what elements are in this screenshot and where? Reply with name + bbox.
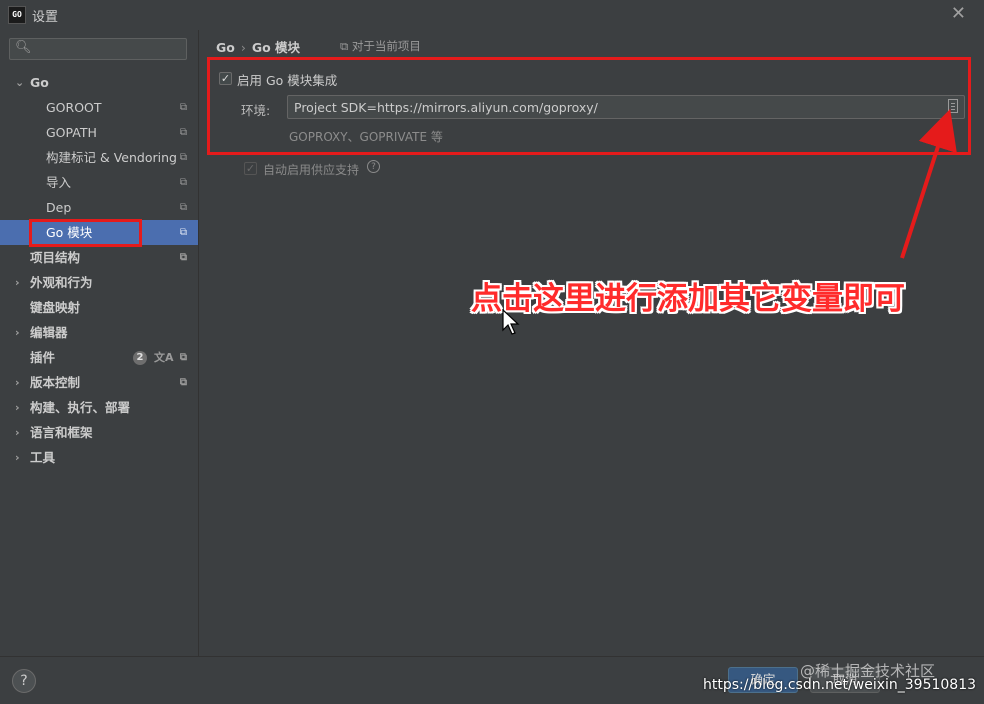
sidebar-item-label: Go: [30, 75, 49, 90]
project-scope-icon: ⧉: [179, 252, 187, 263]
help-icon[interactable]: ?: [367, 160, 380, 173]
watermark-csdn: https://blog.csdn.net/weixin_39510813: [703, 677, 977, 693]
sidebar-item-label: Dep: [46, 200, 72, 215]
plugin-updates-badge: 2: [133, 351, 147, 365]
sidebar-item-languages-frameworks[interactable]: › 语言和框架: [0, 420, 198, 445]
sidebar-item-build-tags-vendoring[interactable]: 构建标记 & Vendoring ⧉: [0, 145, 198, 170]
sidebar-item-keymap[interactable]: 键盘映射: [0, 295, 198, 320]
sidebar-item-label: 工具: [30, 450, 56, 465]
project-scope-icon: ⧉: [179, 377, 187, 388]
breadcrumb-separator: ›: [240, 40, 246, 55]
vendoring-support-checkbox[interactable]: ✓: [244, 162, 257, 175]
scope-note-text: 对于当前项目: [351, 39, 421, 53]
settings-search-input[interactable]: 🔍︎: [9, 38, 187, 60]
sidebar-item-build-execution-deployment[interactable]: › 构建、执行、部署: [0, 395, 198, 420]
vendoring-support-label: 自动启用供应支持: [263, 163, 360, 177]
project-scope-icon: ⧉: [179, 177, 187, 188]
sidebar-item-imports[interactable]: 导入 ⧉: [0, 170, 198, 195]
sidebar-item-goroot[interactable]: GOROOT ⧉: [0, 95, 198, 120]
sidebar-item-project-structure[interactable]: 项目结构 ⧉: [0, 245, 198, 270]
chevron-right-icon[interactable]: ›: [15, 270, 20, 295]
breadcrumb: Go › Go 模块: [216, 37, 300, 56]
sidebar-item-appearance-behavior[interactable]: › 外观和行为: [0, 270, 198, 295]
project-scope-icon: ⧉: [179, 152, 187, 163]
annotation-highlight-box: [207, 57, 971, 155]
sidebar-item-label: GOPATH: [46, 125, 97, 140]
project-scope-icon: ⧉: [179, 102, 187, 113]
annotation-text: 点击这里进行添加其它变量即可: [471, 281, 905, 317]
chevron-down-icon[interactable]: ⌄: [15, 70, 24, 95]
project-scope-icon: ⧉: [179, 227, 187, 238]
help-button[interactable]: ?: [12, 669, 36, 693]
project-scope-icon: ⧉: [179, 202, 187, 213]
sidebar-item-dep[interactable]: Dep ⧉: [0, 195, 198, 220]
sidebar-item-label: 项目结构: [30, 250, 81, 265]
goland-app-icon: GO: [8, 6, 26, 24]
sidebar-item-gopath[interactable]: GOPATH ⧉: [0, 120, 198, 145]
project-scope-icon: ⧉: [179, 352, 187, 363]
sidebar-item-label: 外观和行为: [30, 275, 93, 290]
title-bar: GO 设置 ✕: [0, 0, 984, 30]
chevron-right-icon[interactable]: ›: [15, 320, 20, 345]
search-icon: 🔍︎: [15, 40, 32, 55]
sidebar-item-label: 构建标记 & Vendoring: [46, 150, 177, 165]
scope-note: ⧉ 对于当前项目: [340, 38, 421, 54]
sidebar-item-version-control[interactable]: › 版本控制 ⧉: [0, 370, 198, 395]
annotation-highlight-sidebar: [29, 219, 142, 247]
sidebar-item-label: 版本控制: [30, 375, 81, 390]
breadcrumb-parent[interactable]: Go: [216, 40, 235, 55]
breadcrumb-current: Go 模块: [251, 40, 301, 55]
sidebar-item-editor[interactable]: › 编辑器: [0, 320, 198, 345]
project-scope-icon: ⧉: [179, 127, 187, 138]
window-title: 设置: [32, 10, 59, 25]
sidebar-item-label: 语言和框架: [30, 425, 93, 440]
chevron-right-icon[interactable]: ›: [15, 445, 20, 470]
settings-sidebar: 🔍︎ ⌄ Go GOROOT ⧉ GOPATH ⧉ 构建标记 & Vendori…: [0, 30, 198, 656]
sidebar-item-label: 导入: [46, 175, 72, 190]
chevron-right-icon[interactable]: ›: [15, 370, 20, 395]
chevron-right-icon[interactable]: ›: [15, 395, 20, 420]
sidebar-item-tools[interactable]: › 工具: [0, 445, 198, 470]
translate-icon: 文A: [154, 351, 174, 364]
sidebar-item-go[interactable]: ⌄ Go: [0, 70, 198, 95]
close-icon[interactable]: ✕: [951, 3, 966, 24]
sidebar-item-label: GOROOT: [46, 100, 102, 115]
sidebar-item-label: 构建、执行、部署: [30, 400, 131, 415]
sidebar-item-label: 插件: [30, 350, 56, 365]
sidebar-item-label: 键盘映射: [30, 300, 81, 315]
mouse-cursor-icon: [502, 309, 520, 335]
project-scope-icon: ⧉: [340, 39, 352, 53]
chevron-right-icon[interactable]: ›: [15, 420, 20, 445]
sidebar-item-label: 编辑器: [30, 325, 68, 340]
sidebar-item-plugins[interactable]: 插件 2 文A ⧉: [0, 345, 198, 370]
